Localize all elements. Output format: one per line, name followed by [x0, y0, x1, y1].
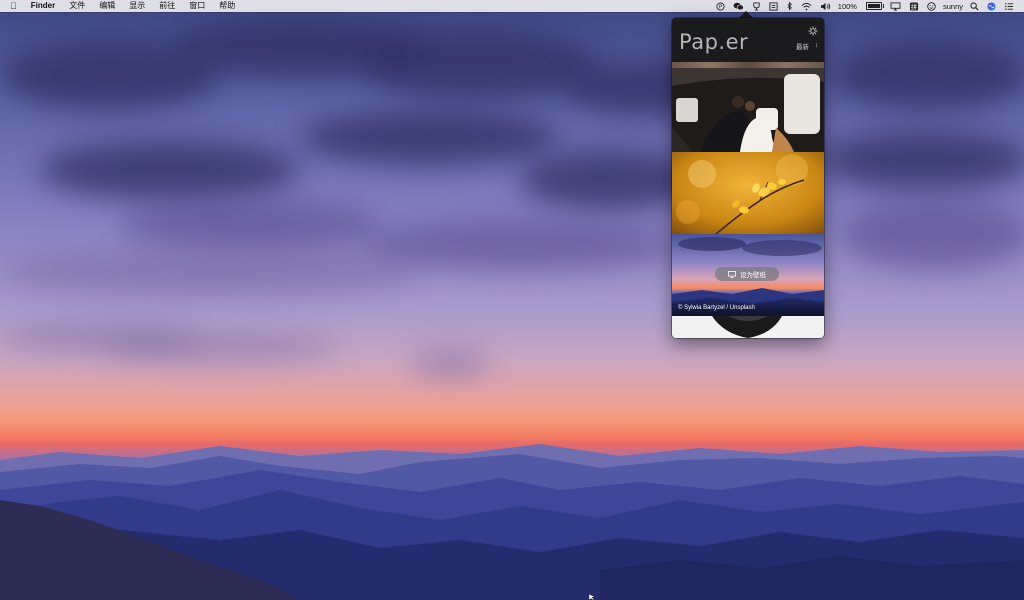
cloud — [840, 200, 1024, 270]
category-selector[interactable]: 最新 ↕ — [796, 41, 818, 51]
wallpaper-thumbnail[interactable] — [672, 68, 824, 152]
menu-file[interactable]: 文件 — [62, 0, 92, 12]
input-source-icon[interactable]: 拼 — [909, 2, 919, 11]
battery-icon[interactable] — [864, 2, 884, 10]
popover-header: Pap.er 最新 ↕ — [672, 18, 824, 62]
bluetooth-icon[interactable] — [786, 1, 793, 11]
user-icon[interactable] — [927, 1, 936, 11]
cloud — [0, 250, 420, 295]
wifi-icon[interactable] — [801, 2, 812, 11]
cloud — [410, 350, 490, 378]
input-source-label: 拼 — [911, 2, 917, 11]
menu-edit[interactable]: 编辑 — [92, 0, 122, 12]
menu-bar:  Finder 文件 编辑 显示 前往 窗口 帮助 P 100% — [0, 0, 1024, 12]
menu-window[interactable]: 窗口 — [182, 0, 212, 12]
photo-credit[interactable]: © Sylwia Bartyzel / Unsplash — [672, 300, 824, 316]
cloud — [300, 110, 560, 165]
app-logo: Pap.er — [679, 30, 749, 54]
menu-go[interactable]: 前往 — [152, 0, 182, 12]
wallpaper-thumbnail-partial[interactable] — [672, 316, 824, 338]
wallpaper-thumbnail[interactable] — [672, 152, 824, 234]
wechat-icon[interactable] — [733, 2, 744, 11]
airplay-icon[interactable] — [890, 1, 901, 11]
cloud — [40, 140, 300, 200]
trophy-icon[interactable] — [752, 1, 761, 11]
paper-app-icon[interactable]: P — [716, 1, 725, 11]
menu-help[interactable]: 帮助 — [212, 0, 242, 12]
menu-view[interactable]: 显示 — [122, 0, 152, 12]
monitor-icon — [728, 270, 736, 278]
search-icon[interactable] — [970, 1, 979, 11]
set-as-wallpaper-button[interactable]: 设为壁纸 — [715, 267, 779, 281]
siri-icon[interactable] — [987, 1, 996, 11]
menu-app-name[interactable]: Finder — [24, 0, 62, 12]
desktop-wallpaper — [0, 0, 1024, 600]
updown-chevron-icon: ↕ — [815, 43, 818, 49]
set-as-wallpaper-label: 设为壁纸 — [740, 272, 766, 279]
volume-icon[interactable] — [820, 2, 831, 11]
cloud — [830, 40, 1024, 110]
cloud — [100, 335, 340, 360]
cloud — [820, 130, 1024, 190]
battery-percent: 100% — [837, 1, 857, 11]
cloud — [120, 200, 380, 250]
category-label: 最新 — [796, 44, 809, 51]
cloud — [360, 220, 680, 270]
user-name[interactable]: sunny — [943, 2, 963, 11]
apple-logo-icon[interactable]:  — [0, 0, 24, 12]
notification-center-icon[interactable] — [1004, 2, 1014, 11]
wallpaper-thumbnail-hovered[interactable]: 设为壁纸 © Sylwia Bartyzel / Unsplash — [672, 234, 824, 316]
mountain-ranges — [0, 444, 1024, 600]
gear-icon[interactable] — [808, 26, 818, 36]
paper-popover: Pap.er 最新 ↕ 设为壁纸 © Sylwia Bartyzel / Uns… — [672, 18, 824, 338]
list-icon[interactable] — [769, 1, 778, 11]
mouse-pointer-icon — [589, 594, 596, 600]
